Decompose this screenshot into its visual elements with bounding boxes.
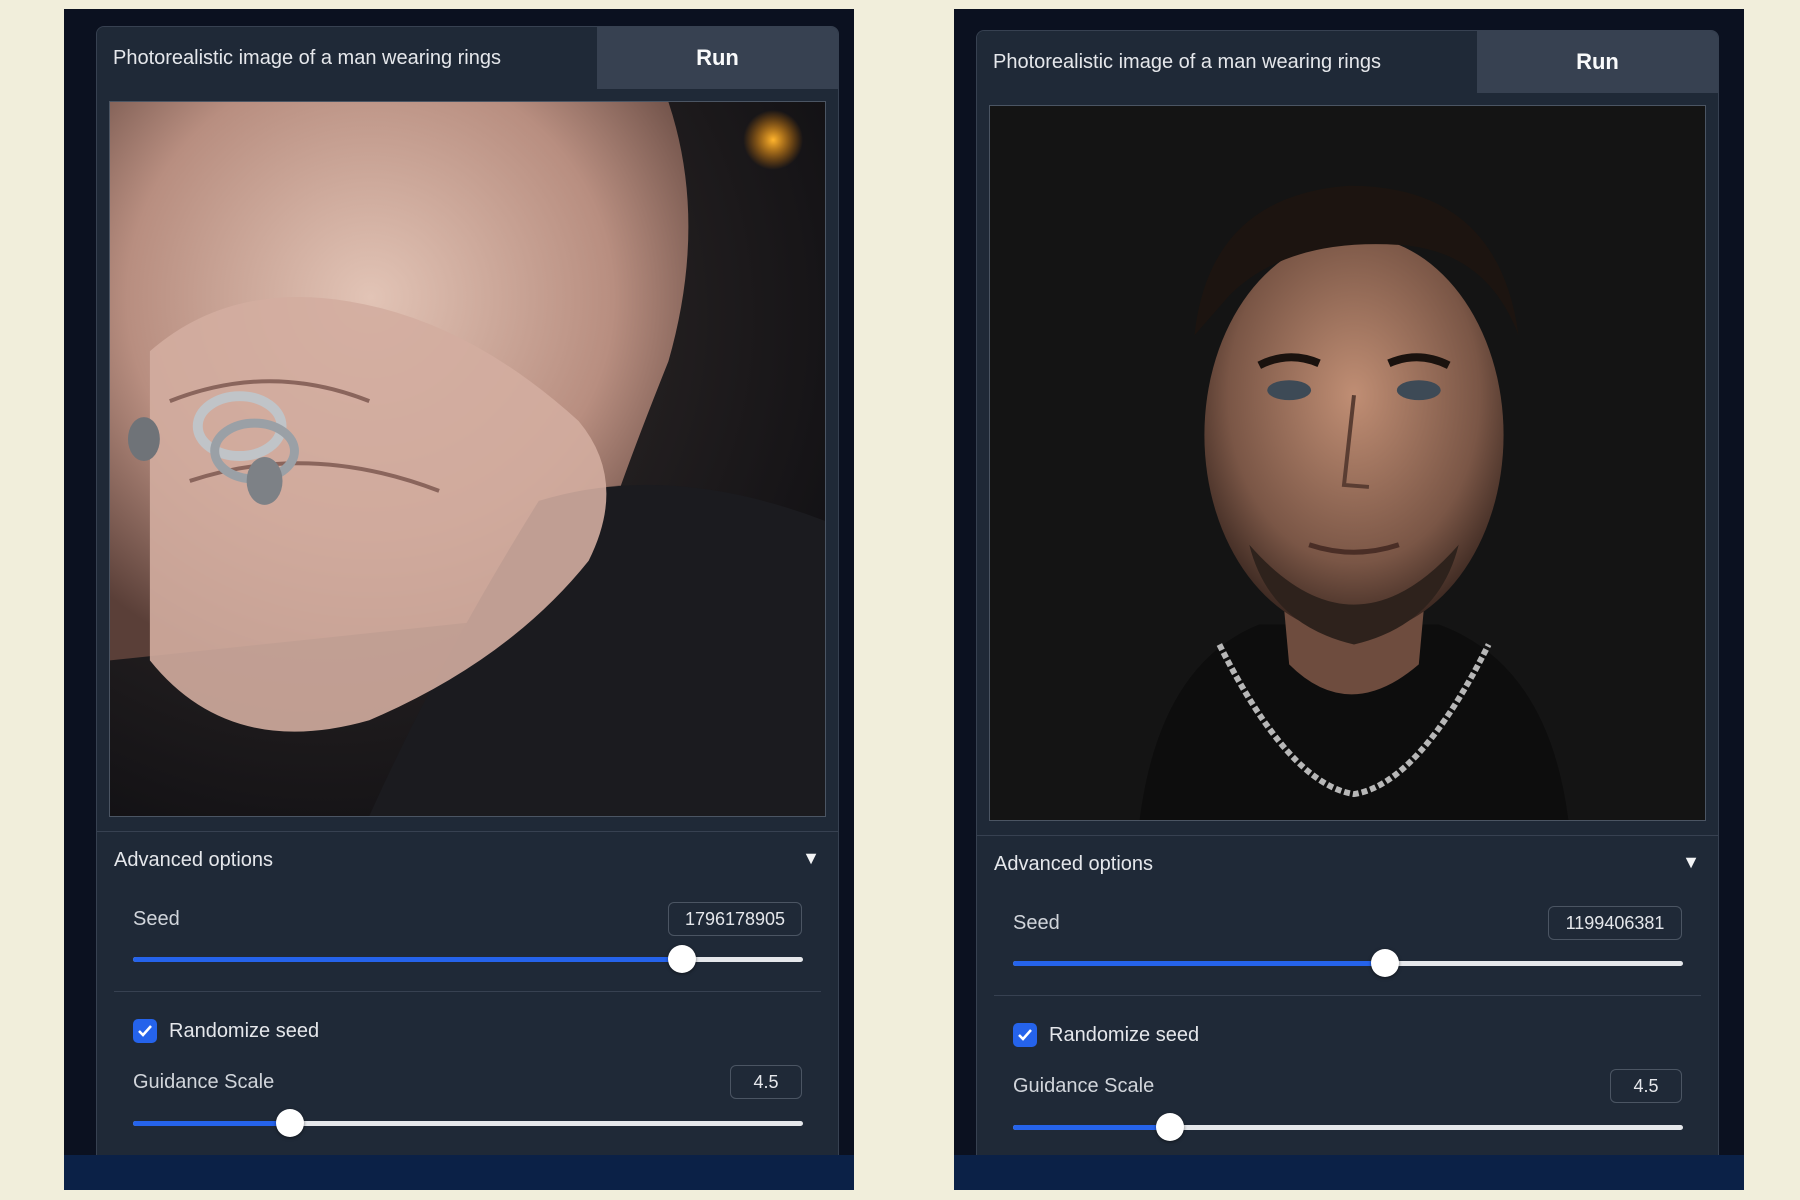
- guidance-scale-slider[interactable]: [133, 1109, 803, 1139]
- run-button[interactable]: Run: [1477, 31, 1718, 93]
- advanced-options-label: Advanced options: [114, 849, 274, 871]
- prompt-row: Run: [977, 31, 1718, 93]
- randomize-seed-label: Randomize seed: [1049, 1024, 1200, 1046]
- divider: [994, 995, 1701, 996]
- run-button[interactable]: Run: [597, 27, 838, 89]
- slider-thumb[interactable]: [276, 1109, 305, 1137]
- checkmark-icon: [1018, 1029, 1032, 1041]
- slider-fill: [133, 957, 683, 962]
- generated-image-hand-rings: [110, 102, 825, 816]
- divider: [114, 991, 821, 992]
- generated-image-portrait: [990, 106, 1705, 820]
- prompt-input[interactable]: [97, 27, 597, 89]
- seed-slider[interactable]: [133, 945, 803, 975]
- guidance-scale-label: Guidance Scale: [1013, 1075, 1155, 1097]
- slider-fill: [1013, 961, 1385, 966]
- generated-image: [109, 101, 826, 817]
- guidance-scale-value-input[interactable]: 4.5: [730, 1065, 802, 1099]
- advanced-options-toggle[interactable]: Advanced options ▼: [977, 836, 1718, 892]
- generated-image: [989, 105, 1706, 821]
- slider-thumb[interactable]: [668, 945, 697, 973]
- app-panel-left: Run: [64, 9, 854, 1190]
- seed-value-input[interactable]: 1199406381: [1548, 906, 1682, 940]
- generator-card: Run: [96, 26, 839, 1176]
- prompt-input[interactable]: [977, 31, 1477, 93]
- guidance-scale-value-input[interactable]: 4.5: [1610, 1069, 1682, 1103]
- slider-thumb[interactable]: [1370, 949, 1399, 977]
- seed-slider[interactable]: [1013, 949, 1683, 979]
- guidance-scale-slider[interactable]: [1013, 1113, 1683, 1143]
- slider-fill: [133, 1121, 291, 1126]
- advanced-options-label: Advanced options: [994, 853, 1154, 875]
- advanced-options-toggle[interactable]: Advanced options ▼: [97, 832, 838, 888]
- guidance-scale-label: Guidance Scale: [133, 1071, 275, 1093]
- randomize-seed-checkbox[interactable]: [1013, 1023, 1037, 1047]
- generator-card: Run: [976, 30, 1719, 1180]
- prompt-row: Run: [97, 27, 838, 89]
- footer-bar: [64, 1155, 854, 1190]
- footer-bar: [954, 1155, 1744, 1190]
- slider-fill: [1013, 1125, 1171, 1130]
- seed-label: Seed: [133, 908, 180, 930]
- seed-value-input[interactable]: 1796178905: [668, 902, 802, 936]
- randomize-seed-label: Randomize seed: [169, 1020, 320, 1042]
- checkmark-icon: [138, 1025, 152, 1037]
- caret-down-icon: ▼: [1682, 852, 1700, 872]
- seed-label: Seed: [1013, 912, 1060, 934]
- slider-thumb[interactable]: [1156, 1113, 1185, 1141]
- app-panel-right: Run: [954, 9, 1744, 1190]
- randomize-seed-checkbox[interactable]: [133, 1019, 157, 1043]
- caret-down-icon: ▼: [802, 848, 820, 868]
